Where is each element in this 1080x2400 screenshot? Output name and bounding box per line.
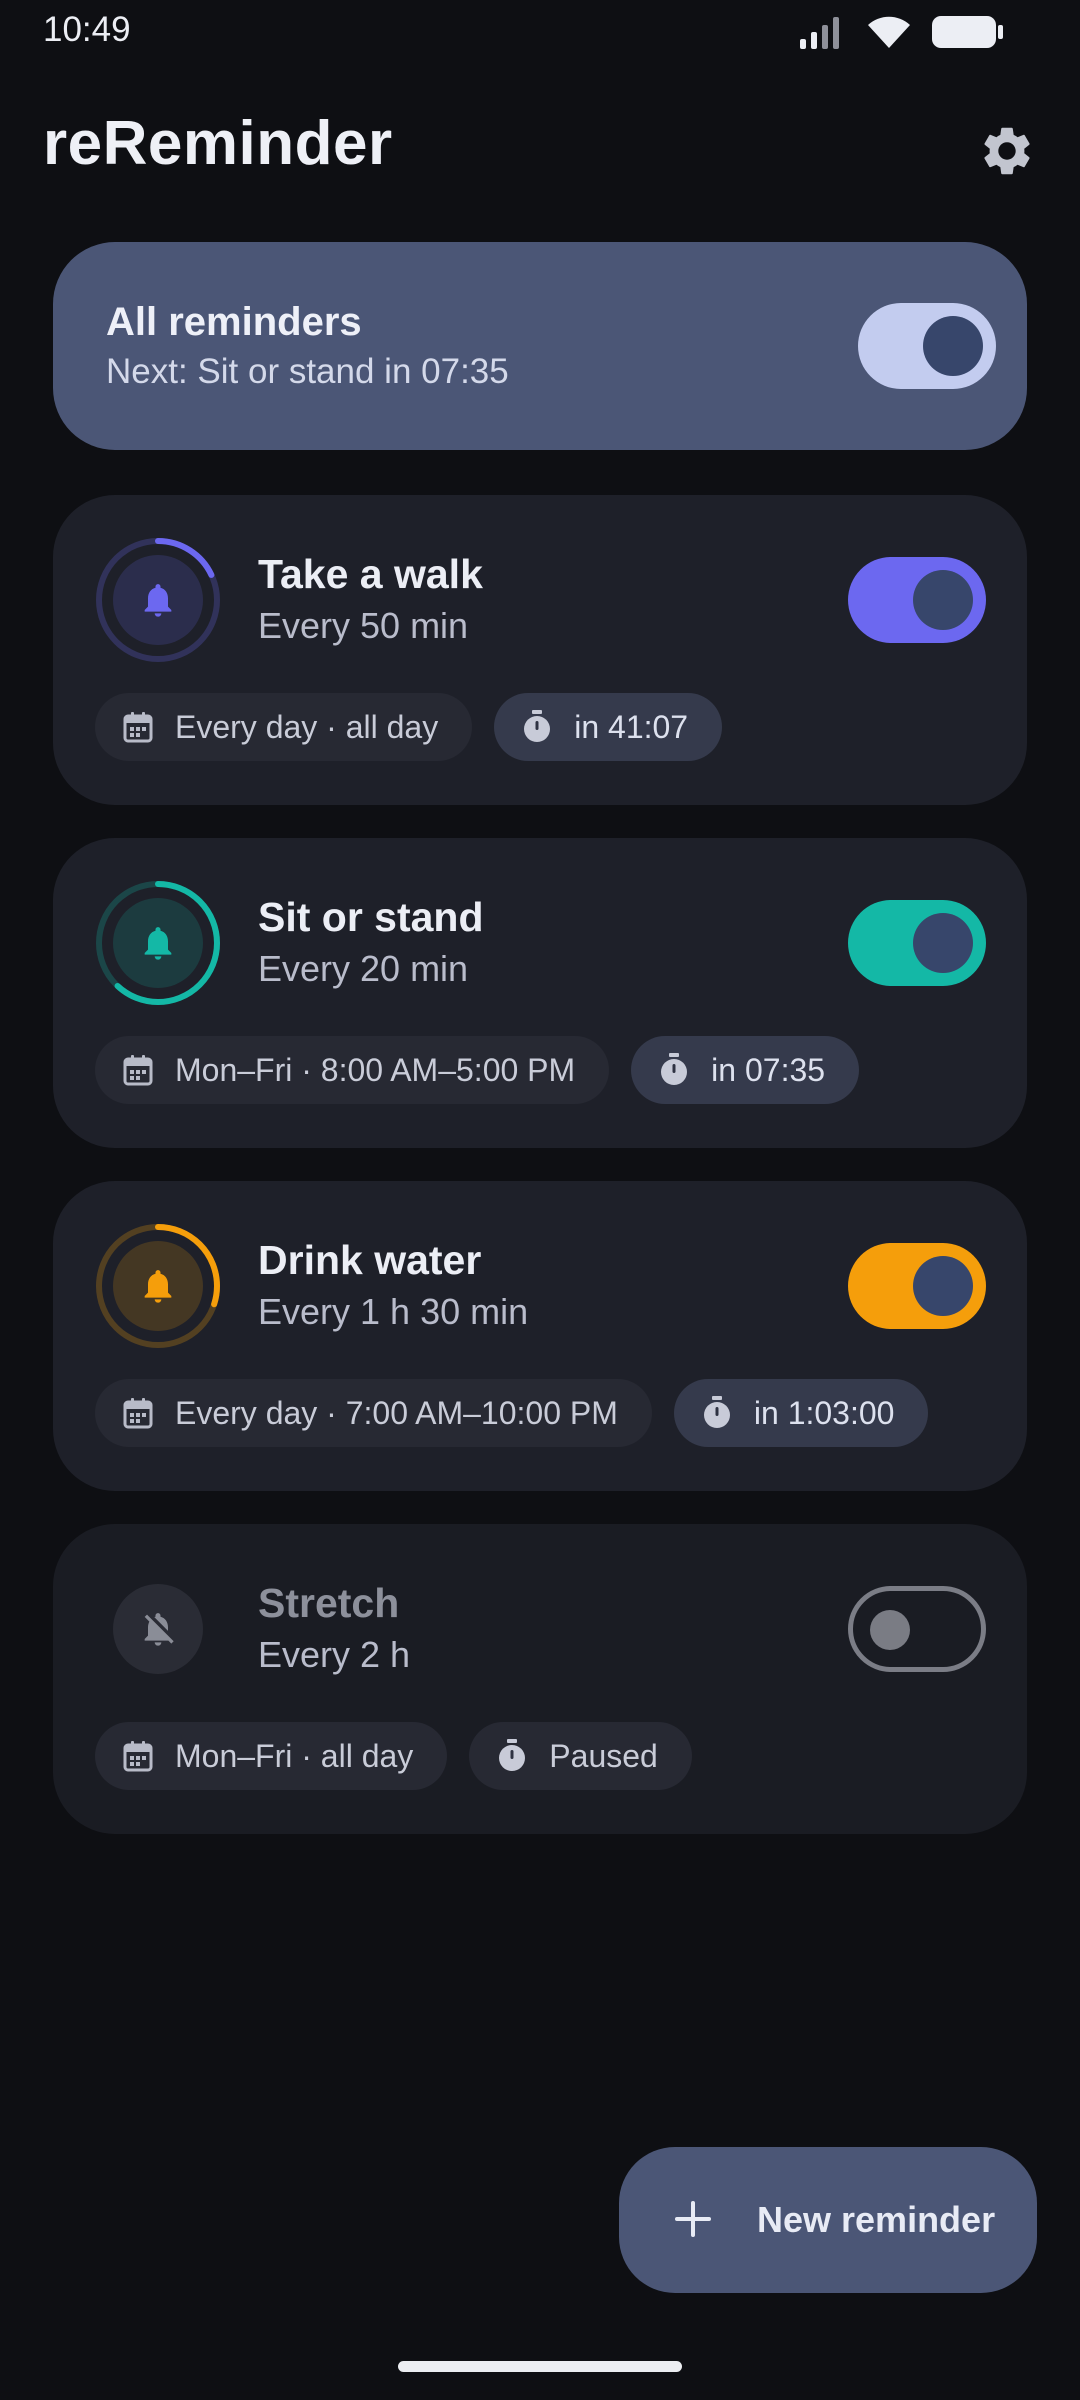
toggle-knob bbox=[913, 913, 973, 973]
countdown-text: Paused bbox=[549, 1737, 658, 1774]
schedule-chip[interactable]: Mon–Fri · 8:00 AM–5:00 PM bbox=[95, 1036, 610, 1104]
gear-icon bbox=[984, 127, 1030, 175]
schedule-chip[interactable]: Every day · 7:00 AM–10:00 PM bbox=[95, 1379, 652, 1447]
reminder-title: Take a walk bbox=[258, 551, 483, 597]
all-reminders-toggle[interactable] bbox=[858, 303, 996, 389]
countdown-text: in 07:35 bbox=[711, 1051, 826, 1088]
new-reminder-button[interactable]: New reminder bbox=[619, 2147, 1037, 2293]
schedule-chip[interactable]: Every day · all day bbox=[95, 693, 473, 761]
countdown-chip[interactable]: in 41:07 bbox=[494, 693, 723, 761]
battery-icon bbox=[932, 16, 1003, 48]
settings-button[interactable] bbox=[972, 116, 1042, 186]
calendar-icon bbox=[123, 712, 153, 743]
status-bar: 10:49 bbox=[0, 0, 1080, 62]
app-title: reReminder bbox=[43, 109, 393, 178]
signal-icon bbox=[800, 17, 839, 49]
reminder-interval: Every 50 min bbox=[258, 605, 469, 646]
schedule-text: Every day · all day bbox=[175, 708, 439, 745]
reminder-chips: Every day · 7:00 AM–10:00 PM in 1:03:00 bbox=[95, 1379, 929, 1447]
schedule-text: Every day · 7:00 AM–10:00 PM bbox=[175, 1394, 618, 1431]
reminder-title: Stretch bbox=[258, 1580, 400, 1626]
countdown-text: in 41:07 bbox=[574, 708, 689, 745]
reminder-card[interactable]: Sit or stand Every 20 min Mon–Fri · 8:00 A… bbox=[53, 838, 1027, 1148]
home-indicator[interactable] bbox=[398, 2361, 682, 2372]
all-reminders-card[interactable]: All reminders Next: Sit or stand in 07:3… bbox=[53, 242, 1027, 450]
plus-icon bbox=[675, 2201, 711, 2237]
reminder-card[interactable]: Drink water Every 1 h 30 min Every day · 7… bbox=[53, 1181, 1027, 1491]
all-reminders-title: All reminders bbox=[106, 300, 362, 344]
stopwatch-icon bbox=[661, 1053, 688, 1085]
reminder-interval: Every 1 h 30 min bbox=[258, 1291, 529, 1332]
reminder-chips: Mon–Fri · all day Paused bbox=[95, 1722, 692, 1790]
progress-ring bbox=[96, 1224, 220, 1348]
schedule-chip[interactable]: Mon–Fri · all day bbox=[95, 1722, 448, 1790]
reminder-card[interactable]: Take a walk Every 50 min Every day · all d… bbox=[53, 495, 1027, 805]
progress-ring bbox=[96, 538, 220, 662]
stopwatch-icon bbox=[499, 1739, 526, 1771]
countdown-chip[interactable]: in 1:03:00 bbox=[673, 1379, 929, 1447]
reminder-interval: Every 20 min bbox=[258, 948, 469, 989]
reminder-title: Drink water bbox=[258, 1237, 482, 1283]
reminder-toggle[interactable] bbox=[848, 1243, 986, 1329]
stopwatch-icon bbox=[703, 1396, 730, 1428]
toggle-knob bbox=[870, 1610, 910, 1650]
progress-ring bbox=[96, 881, 220, 1005]
new-reminder-label: New reminder bbox=[757, 2199, 996, 2240]
calendar-icon bbox=[123, 1741, 153, 1772]
toggle-knob bbox=[913, 1256, 973, 1316]
reminder-toggle[interactable] bbox=[848, 557, 986, 643]
reminder-card[interactable]: Stretch Every 2 h Mon–Fri · all day Paused bbox=[53, 1524, 1027, 1834]
reminder-title: Sit or stand bbox=[258, 894, 484, 940]
countdown-chip[interactable]: Paused bbox=[469, 1722, 692, 1790]
next-reminder-text: Next: Sit or stand in 07:35 bbox=[106, 352, 509, 391]
schedule-text: Mon–Fri · all day bbox=[175, 1737, 414, 1774]
status-time: 10:49 bbox=[43, 10, 131, 49]
screen: 10:49 reReminder All reminders Next: Sit… bbox=[0, 0, 1080, 2400]
reminder-toggle[interactable] bbox=[848, 900, 986, 986]
reminder-interval: Every 2 h bbox=[258, 1634, 411, 1675]
reminder-toggle[interactable] bbox=[848, 1586, 986, 1672]
countdown-text: in 1:03:00 bbox=[753, 1394, 895, 1431]
calendar-icon bbox=[123, 1398, 153, 1429]
calendar-icon bbox=[123, 1055, 153, 1086]
wifi-icon bbox=[868, 16, 910, 48]
schedule-text: Mon–Fri · 8:00 AM–5:00 PM bbox=[175, 1051, 576, 1088]
countdown-chip[interactable]: in 07:35 bbox=[631, 1036, 860, 1104]
stopwatch-icon bbox=[524, 710, 551, 742]
reminder-chips: Every day · all day in 41:07 bbox=[95, 693, 723, 761]
toggle-knob bbox=[913, 570, 973, 630]
toggle-knob bbox=[923, 316, 983, 376]
progress-ring bbox=[113, 1584, 203, 1674]
reminder-chips: Mon–Fri · 8:00 AM–5:00 PM in 07:35 bbox=[95, 1036, 860, 1104]
